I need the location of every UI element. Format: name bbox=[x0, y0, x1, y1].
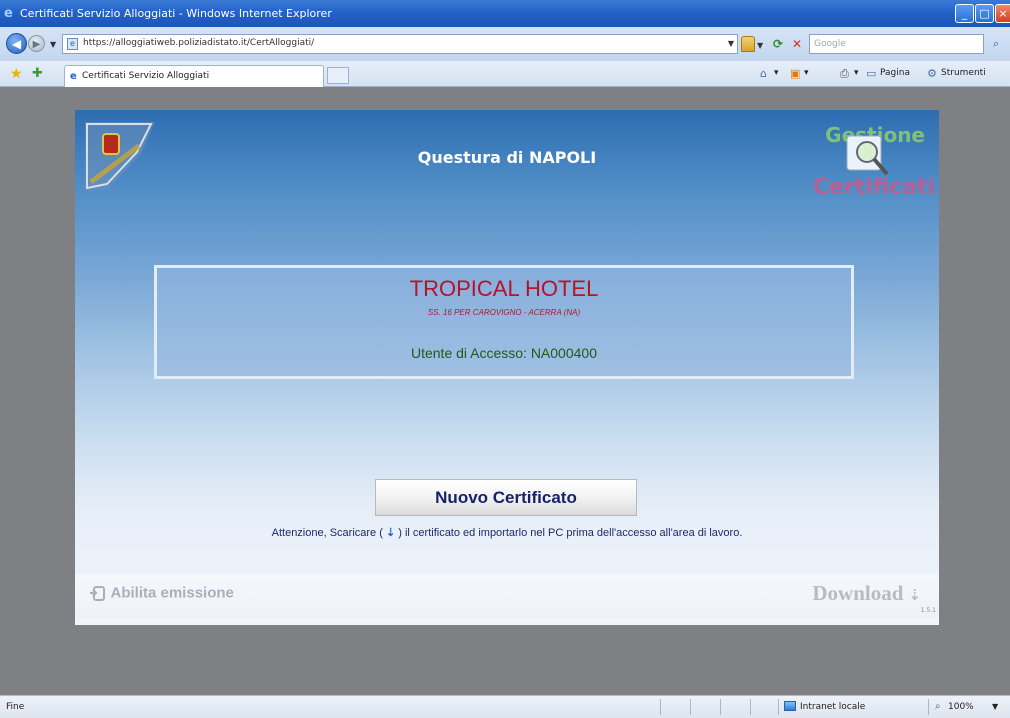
home-dropdown[interactable]: ▾ bbox=[774, 68, 779, 78]
ie-icon: e bbox=[4, 6, 13, 21]
bottom-action-strip: Abilita emissione Download ⇣ 1.5.1 bbox=[75, 574, 939, 618]
home-icon[interactable]: ⌂ bbox=[760, 67, 767, 80]
address-field[interactable]: e https://alloggiatiweb.poliziadistato.i… bbox=[62, 34, 738, 54]
print-dropdown[interactable]: ▾ bbox=[854, 68, 859, 78]
close-button[interactable]: × bbox=[995, 4, 1010, 23]
back-button[interactable]: ◀ bbox=[6, 33, 27, 54]
tab-certificati[interactable]: e Certificati Servizio Alloggiati bbox=[64, 65, 324, 87]
new-tab-button[interactable] bbox=[327, 67, 349, 84]
favorites-star-icon[interactable]: ★ bbox=[10, 66, 23, 82]
hotel-name: TROPICAL HOTEL bbox=[409, 276, 599, 301]
stop-button[interactable]: ✕ bbox=[789, 36, 805, 52]
address-dropdown-icon[interactable]: ▼ bbox=[724, 34, 738, 54]
forward-button[interactable]: ▶ bbox=[28, 35, 45, 52]
status-bar: Fine Intranet locale ⌕ 100% ▼ bbox=[0, 695, 1010, 718]
gestione-logo-bottom-text: Certificati bbox=[813, 175, 935, 200]
abilita-emissione-link[interactable]: Abilita emissione bbox=[89, 584, 234, 606]
tab-bar: ★ ✚ e Certificati Servizio Alloggiati ⌂ … bbox=[0, 61, 1010, 87]
download-inline-icon[interactable]: ⇣ bbox=[386, 527, 395, 539]
zoom-icon[interactable]: ⌕ bbox=[935, 701, 941, 712]
minimize-button[interactable]: _ bbox=[955, 4, 974, 23]
security-zone-text[interactable]: Intranet locale bbox=[800, 702, 865, 712]
page-icon: e bbox=[67, 38, 78, 50]
tools-menu[interactable]: Strumenti bbox=[941, 68, 986, 78]
download-icon: ⇣ bbox=[908, 586, 921, 604]
download-warning-text: Attenzione, Scaricare ( ⇣ ) il certifica… bbox=[75, 526, 939, 539]
history-dropdown-icon[interactable]: ▼ bbox=[50, 40, 56, 49]
print-icon[interactable]: ⎙ bbox=[840, 67, 849, 81]
zoom-dropdown-icon[interactable]: ▼ bbox=[992, 702, 998, 711]
ie-tab-icon: e bbox=[70, 71, 77, 82]
warning-text-after: ) il certificato ed importarlo nel PC pr… bbox=[398, 527, 743, 539]
lock-icon[interactable] bbox=[741, 36, 755, 52]
status-separator bbox=[750, 699, 751, 715]
address-toolbar: ◀ ▶ ▼ e https://alloggiatiweb.poliziadis… bbox=[0, 27, 1010, 61]
window-title: Certificati Servizio Alloggiati - Window… bbox=[20, 7, 332, 20]
page-menu[interactable]: Pagina bbox=[880, 68, 910, 78]
hotel-address: SS. 16 PER CAROVIGNO - ACERRA (NA) bbox=[427, 308, 581, 317]
status-separator bbox=[690, 699, 691, 715]
warning-text-before: Attenzione, Scaricare ( bbox=[271, 527, 383, 539]
add-favorite-icon[interactable]: ✚ bbox=[32, 66, 43, 81]
status-separator bbox=[660, 699, 661, 715]
zoom-level[interactable]: 100% bbox=[948, 702, 974, 712]
maximize-button[interactable]: □ bbox=[975, 4, 994, 23]
tools-icon[interactable]: ⚙ bbox=[927, 67, 937, 80]
feeds-icon[interactable]: ▣ bbox=[790, 67, 800, 80]
window-titlebar: e Certificati Servizio Alloggiati - Wind… bbox=[0, 0, 1010, 27]
hotel-info-box: TROPICAL HOTEL SS. 16 PER CAROVIGNO - AC… bbox=[154, 265, 854, 379]
download-link[interactable]: Download ⇣ bbox=[812, 581, 921, 606]
app-panel: Questura di NAPOLI Gestione Certificati … bbox=[75, 110, 939, 625]
status-text: Fine bbox=[6, 702, 25, 712]
zone-icon[interactable] bbox=[784, 701, 796, 711]
abilita-emissione-label: Abilita emissione bbox=[110, 584, 234, 602]
security-dropdown-icon[interactable]: ▼ bbox=[757, 41, 763, 50]
search-icon[interactable]: ⌕ bbox=[988, 36, 1004, 52]
status-separator bbox=[720, 699, 721, 715]
status-separator bbox=[928, 699, 929, 715]
version-label: 1.5.1 bbox=[920, 607, 936, 614]
tab-label: Certificati Servizio Alloggiati bbox=[82, 71, 210, 81]
feeds-dropdown[interactable]: ▾ bbox=[804, 68, 809, 78]
download-label: Download bbox=[812, 581, 904, 605]
page-menu-icon[interactable]: ▭ bbox=[866, 67, 876, 80]
access-user-label: Utente di Accesso: NA000400 bbox=[410, 345, 597, 361]
gestione-certificati-logo: Gestione Certificati bbox=[813, 123, 935, 200]
address-url[interactable]: https://alloggiatiweb.poliziadistato.it/… bbox=[83, 38, 314, 48]
search-input[interactable]: Google bbox=[809, 34, 984, 54]
abilita-icon bbox=[90, 586, 105, 601]
refresh-button[interactable]: ⟳ bbox=[770, 36, 786, 52]
status-separator bbox=[778, 699, 779, 715]
new-certificate-button[interactable]: Nuovo Certificato bbox=[375, 479, 637, 516]
